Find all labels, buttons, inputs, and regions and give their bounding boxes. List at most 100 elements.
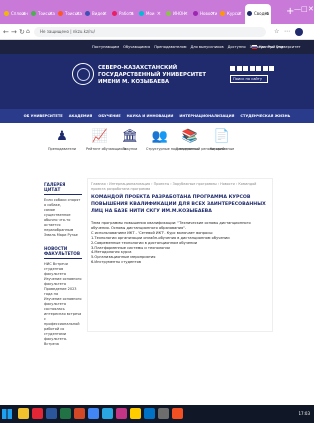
quick-link[interactable]: 📚 Электронный репозиторий [176, 129, 224, 152]
tab-favicon [247, 11, 252, 16]
close-tab-icon[interactable]: × [157, 4, 161, 24]
quick-link[interactable]: 👥 Структурные подразделения [146, 129, 199, 152]
powerpoint-icon[interactable] [74, 408, 85, 419]
quick-link-label: Рейтинг обучающихся [86, 147, 127, 151]
windows-taskbar: 17:03 [0, 405, 314, 423]
news-line[interactable]: факультета. Встреча [44, 337, 82, 347]
opera-icon[interactable] [32, 408, 43, 419]
lang-ru[interactable]: Рус [268, 45, 274, 49]
maximize-button[interactable]: □ [301, 2, 308, 16]
quote-line: Эмиль Мари Рузье [44, 233, 78, 237]
browser-tab[interactable]: ИНОН × [164, 4, 190, 24]
top-link[interactable]: Для выпускников [190, 45, 223, 49]
news-line[interactable]: работой со студентами [44, 327, 82, 337]
clock[interactable]: 17:03 [268, 409, 310, 419]
main-nav-item[interactable]: ОБ УНИВЕРСИТЕТЕ [24, 114, 63, 118]
browser-tab[interactable]: Мои × [137, 4, 163, 24]
paint-icon[interactable] [116, 408, 127, 419]
university-logo[interactable] [72, 63, 94, 85]
quote-text: Если собаки спорят о собаке, самое существ… [44, 198, 82, 238]
top-link[interactable]: Преподавателям [154, 45, 186, 49]
quick-link[interactable]: 🏛 Закупки [116, 129, 144, 152]
quick-link[interactable]: ♟ Преподаватели [48, 129, 76, 152]
close-tab-icon[interactable]: × [76, 4, 80, 24]
store-icon[interactable] [158, 408, 169, 419]
quick-link[interactable]: 📈 Рейтинг обучающихся [86, 129, 127, 152]
lang-kz[interactable]: Қаз [259, 45, 266, 49]
site-header: СЕВЕРО-КАЗАХСТАНСКИЙ ГОСУДАРСТВЕННЫЙ УНИ… [0, 54, 314, 109]
tab-favicon [85, 11, 90, 16]
telegram-icon[interactable] [102, 408, 113, 419]
breadcrumb: Главная › Интернационализация › Проекты … [91, 182, 257, 191]
social-icon[interactable] [230, 66, 235, 71]
social-icon[interactable] [256, 66, 261, 71]
minimize-button[interactable]: — [294, 2, 301, 16]
tab-favicon [4, 11, 9, 16]
news-line[interactable]: Проведение 2023 года на [44, 287, 82, 297]
article-title: КОМАНДОЙ ПРОЕКТА РАЗРАБОТАНА ПРОГРАММА К… [91, 195, 266, 214]
flag-icon [252, 45, 257, 49]
close-tab-icon[interactable]: × [238, 4, 242, 24]
home-icon[interactable]: ⌂ [26, 27, 30, 37]
profile-avatar[interactable] [295, 28, 303, 36]
browser-tab[interactable]: Работа × [110, 4, 136, 24]
extensions-icon[interactable]: ⋯ [284, 27, 290, 37]
main-nav-item[interactable]: НАУКА И ИННОВАЦИИ [127, 114, 174, 118]
browser-tab[interactable]: Видео × [83, 4, 109, 24]
close-tab-icon[interactable]: × [130, 4, 134, 24]
photos-icon[interactable] [172, 408, 183, 419]
close-tab-icon[interactable]: × [22, 4, 26, 24]
close-tab-icon[interactable]: × [184, 4, 188, 24]
social-icon[interactable] [243, 66, 248, 71]
news-line[interactable]: НИС Встречи студентов [44, 262, 82, 272]
lang-en[interactable]: Eng [276, 45, 283, 49]
social-icon[interactable] [249, 66, 255, 71]
top-link[interactable]: Доступно [228, 45, 246, 49]
close-tab-icon[interactable]: × [265, 4, 269, 24]
excel-icon[interactable] [60, 408, 71, 419]
browser-tab[interactable]: Сплошная× [2, 4, 28, 24]
browser-tab[interactable]: Новости × [191, 4, 217, 24]
news-line[interactable]: факультета состоялась [44, 302, 82, 312]
file-explorer-icon[interactable] [18, 408, 29, 419]
browser-tab[interactable]: Курсы × [218, 4, 244, 24]
social-icon[interactable] [236, 66, 242, 71]
main-nav-item[interactable]: СТУДЕНЧЕСКАЯ ЖИЗНЬ [240, 114, 290, 118]
main-nav-item[interactable]: АКАДЕМИЯ [69, 114, 93, 118]
browser-tab[interactable]: Сводка × [245, 4, 271, 24]
article: Главная › Интернационализация › Проекты … [87, 178, 273, 332]
close-window-button[interactable]: ✕ [308, 2, 314, 16]
tab-favicon [58, 11, 63, 16]
close-tab-icon[interactable]: × [49, 4, 53, 24]
site-search-input[interactable]: Поиск по сайту [230, 75, 268, 83]
reload-icon[interactable]: ↻ [19, 27, 25, 37]
doc-icon: 📄 [213, 129, 231, 144]
social-icon[interactable] [262, 66, 268, 71]
social-links [230, 66, 274, 71]
faculty-news-text: НИС Встречи студентов факультета Изучение … [44, 262, 82, 347]
social-icon[interactable] [269, 66, 274, 71]
url-field[interactable]: Не защищено | nkzu.kz/ru/ [34, 27, 266, 37]
close-tab-icon[interactable]: × [103, 4, 107, 24]
news-line[interactable]: интересная встреча с [44, 312, 82, 322]
tab-favicon [139, 11, 144, 16]
yandex-icon[interactable] [130, 408, 141, 419]
chrome-icon[interactable] [88, 408, 99, 419]
top-link[interactable]: Обучающимся [123, 45, 150, 49]
quick-link[interactable]: 📄 Нормативные [208, 129, 236, 152]
main-nav-item[interactable]: ИНТЕРНАЦИОНАЛИЗАЦИЯ [179, 114, 234, 118]
main-nav-item[interactable]: ОБУЧЕНИЕ [98, 114, 120, 118]
browser-tab[interactable]: Тоиська × [56, 4, 82, 24]
bookmark-star-icon[interactable]: ☆ [274, 27, 279, 37]
mail-icon[interactable] [144, 408, 155, 419]
word-icon[interactable] [46, 408, 57, 419]
browser-tab[interactable]: Тоиська × [29, 4, 55, 24]
tab-favicon [166, 11, 171, 16]
site-top-bar: Поступающим Обучающимся Преподавателям Для … [0, 40, 314, 54]
close-tab-icon[interactable]: × [211, 4, 215, 24]
windows-start-icon[interactable] [2, 409, 12, 419]
top-link[interactable]: Поступающим [92, 45, 119, 49]
forward-icon[interactable]: → [11, 27, 17, 37]
address-bar: ← → ↻ ⌂ Не защищено | nkzu.kz/ru/ ☆ ⋯ [0, 24, 314, 40]
back-icon[interactable]: ← [3, 27, 9, 37]
